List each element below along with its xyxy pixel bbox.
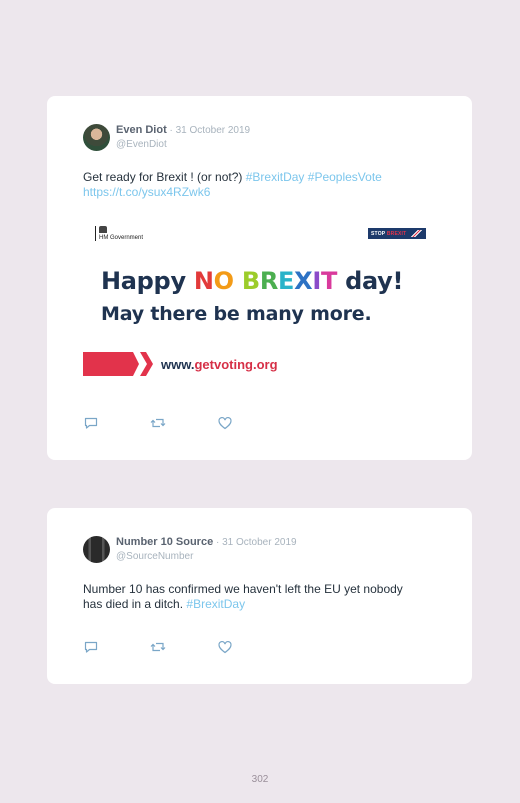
reply-icon[interactable] [83,639,99,655]
union-flag-icon [409,230,422,237]
author-name[interactable]: Even Diot [116,124,167,136]
tweet-text: Number 10 has confirmed we haven't left … [83,582,463,612]
stop-label: STOP [371,230,386,237]
headline-letter: O [213,267,234,295]
headline-start: Happy [101,267,194,295]
hm-government-logo: HM Government [95,226,143,241]
headline-letter: N [193,267,214,295]
tweet-text: Get ready for Brexit ! (or not?) #Brexit… [83,170,443,200]
gov-label: HM Government [99,235,144,241]
avatar[interactable] [83,536,110,563]
headline-letter: X [294,267,313,295]
author-handle[interactable]: @SourceNumber [116,551,193,562]
hashtag[interactable]: #PeoplesVote [308,170,382,184]
stop-brexit-logo: STOP BREXIT [368,228,426,239]
brexit-label: BREXIT [386,230,407,237]
website-prefix: www. [161,357,195,372]
tweet-card: Number 10 Source · 31 October 2019 @Sour… [47,508,472,684]
headline-letter: B [241,267,260,295]
headline: Happy NO BREXIT day! [101,267,403,295]
headline-end: day! [337,267,404,295]
tweet-body: Number 10 has confirmed we haven't left … [83,582,403,596]
tweet-actions [83,415,253,431]
tweet-body: has died in a ditch. [83,597,187,611]
hashtag[interactable]: #BrexitDay [186,597,245,611]
reply-icon[interactable] [83,415,99,431]
headline-space [234,267,242,295]
subheadline: May there be many more. [101,303,372,325]
page-number: 302 [251,774,269,785]
arrows-graphic [83,352,153,376]
author-line: Even Diot · 31 October 2019 [116,124,250,137]
retweet-icon[interactable] [150,639,166,655]
tweet-body: Get ready for Brexit ! (or not?) [83,170,246,184]
website-main: getvoting.org [194,357,278,372]
tweet-image[interactable]: HM Government STOP BREXIT Happy NO BREXI… [83,222,433,384]
headline-letter: I [312,267,321,295]
avatar[interactable] [83,124,110,151]
crest-icon [99,226,107,233]
headline-letter: R [259,267,278,295]
like-icon[interactable] [217,639,233,655]
author-name[interactable]: Number 10 Source [116,536,213,548]
tweet-date: · 31 October 2019 [213,537,297,548]
author-handle[interactable]: @EvenDiot [116,139,167,150]
like-icon[interactable] [217,415,233,431]
retweet-icon[interactable] [150,415,166,431]
tweet-actions [83,639,253,655]
headline-letter: T [320,267,338,295]
tweet-card: Even Diot · 31 October 2019 @EvenDiot Ge… [47,96,472,460]
website-label: www.getvoting.org [161,357,278,372]
headline-letter: E [278,267,295,295]
author-line: Number 10 Source · 31 October 2019 [116,536,297,549]
tweet-date: · 31 October 2019 [166,125,251,136]
hashtag[interactable]: #BrexitDay [246,170,305,184]
tweet-link[interactable]: https://t.co/ysux4RZwk6 [83,185,210,199]
